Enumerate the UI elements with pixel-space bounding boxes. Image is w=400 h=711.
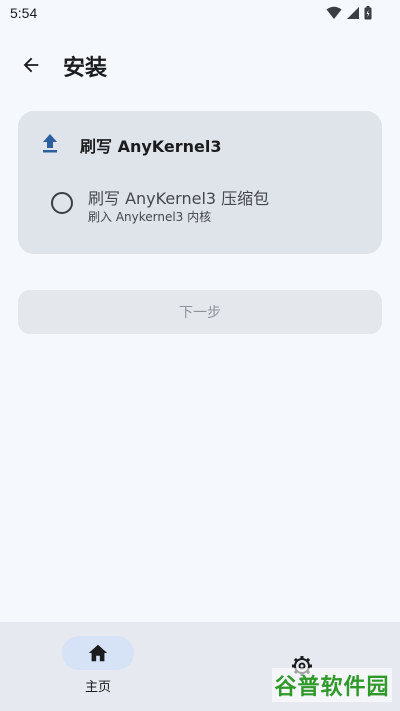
wifi-icon (326, 6, 342, 19)
battery-icon (364, 6, 372, 20)
app-bar: 安装 (0, 38, 400, 90)
upload-icon (43, 134, 57, 153)
next-button-label: 下一步 (179, 305, 221, 321)
signal-icon (347, 7, 359, 19)
card-title: 刷写 AnyKernel3 (80, 137, 222, 156)
status-bar: 5:54 (0, 0, 400, 28)
install-card: 刷写 AnyKernel3 刷写 AnyKernel3 压缩包 刷入 Anyke… (18, 111, 382, 254)
home-icon (88, 644, 108, 662)
nav-home-indicator (62, 636, 134, 670)
arrow-left-icon (23, 57, 39, 73)
status-icons (326, 5, 372, 21)
radio-button[interactable] (51, 192, 73, 214)
nav-item-home[interactable]: 主页 (58, 634, 138, 695)
status-time: 5:54 (10, 5, 38, 21)
page-title: 安装 (63, 56, 108, 81)
option-title: 刷写 AnyKernel3 压缩包 (88, 189, 270, 208)
option-subtitle: 刷入 Anykernel3 内核 (88, 210, 212, 224)
back-button[interactable] (14, 48, 48, 82)
watermark: 谷普软件园 (272, 668, 392, 702)
flash-anykernel3-option[interactable]: 刷写 AnyKernel3 压缩包 刷入 Anykernel3 内核 (36, 177, 366, 227)
next-button[interactable]: 下一步 (18, 290, 382, 334)
nav-home-label: 主页 (84, 680, 111, 695)
